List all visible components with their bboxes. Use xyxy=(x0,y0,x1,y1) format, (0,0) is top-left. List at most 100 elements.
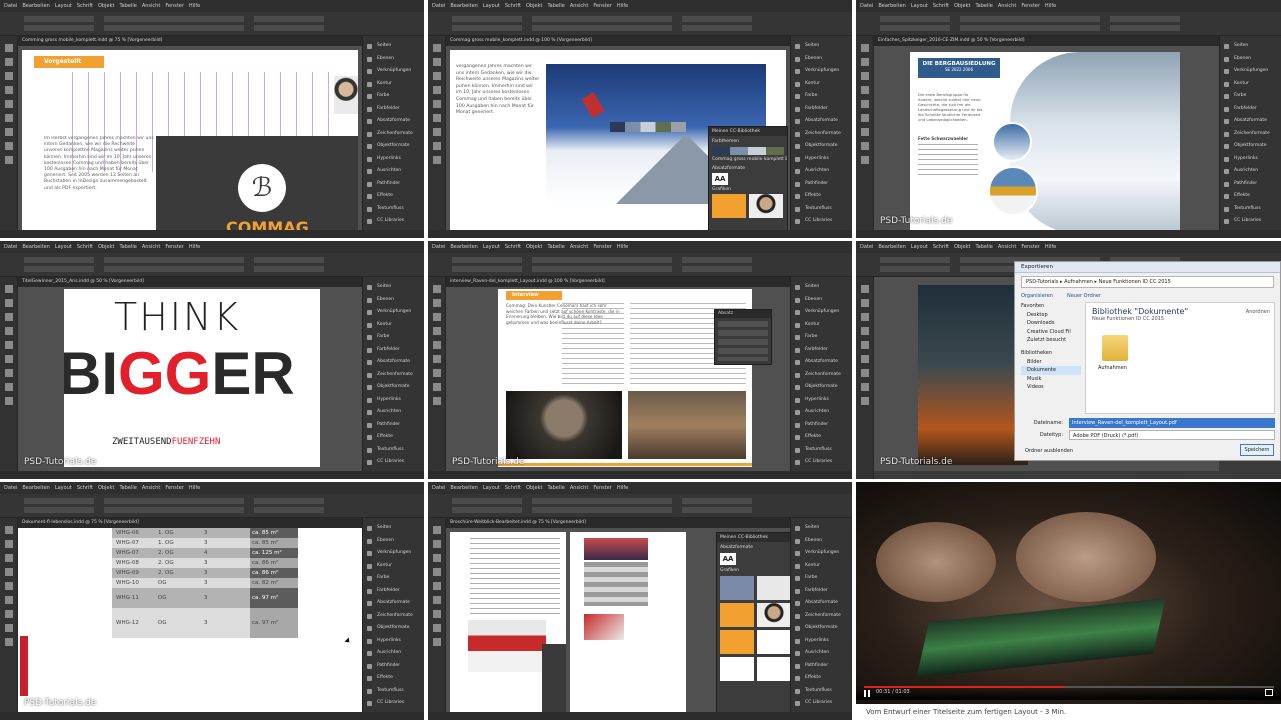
panel-tab[interactable]: Effekte xyxy=(791,672,852,685)
menu-item[interactable]: Bearbeiten xyxy=(450,244,477,250)
menu-item[interactable]: Objekt xyxy=(526,485,542,491)
panel-tab[interactable]: Zeichenformate xyxy=(791,128,852,141)
cc-library-panel[interactable]: Meinen CC-Bibliothek Absatzformate AA Gr… xyxy=(716,532,790,712)
menu-item[interactable]: Datei xyxy=(432,3,445,9)
panel-tab[interactable]: Farbe xyxy=(363,90,424,103)
panel-tab[interactable]: Pathfinder xyxy=(791,660,852,673)
document-tab[interactable]: interview_Raven-del_komplett_Layout.indd… xyxy=(446,277,790,287)
menu-item[interactable]: Tabelle xyxy=(119,244,136,250)
panel-tab[interactable]: Hyperlinks xyxy=(791,394,852,407)
document-canvas[interactable]: THINK BIGGER ZWEITAUSENDFUENFZEHN xyxy=(18,287,362,471)
menu-item[interactable]: Fenster xyxy=(593,244,612,250)
menu-item[interactable]: Fenster xyxy=(1021,3,1040,9)
menu-bar[interactable]: Datei Bearbeiten Layout Schrift Objekt Tabell… xyxy=(856,241,1281,253)
panel-tab[interactable]: Farbe xyxy=(791,90,852,103)
menu-item[interactable]: Schrift xyxy=(77,3,93,9)
panel-tab[interactable]: Farbfelder xyxy=(363,344,424,357)
panel-tab[interactable]: Verknüpfungen xyxy=(791,306,852,319)
path-segment-3[interactable]: Neue Funktionen ID CC 2015 xyxy=(1099,279,1171,285)
menu-item[interactable]: Objekt xyxy=(526,3,542,9)
new-folder-button[interactable]: Neuer Ordner xyxy=(1067,291,1101,301)
panel-tab[interactable]: Absatzformate xyxy=(363,597,424,610)
panel-tab[interactable]: Kontur xyxy=(363,560,424,573)
panel-tab[interactable]: Objektformate xyxy=(791,622,852,635)
menu-item[interactable]: Objekt xyxy=(98,244,114,250)
panel-tab[interactable]: Farbfelder xyxy=(363,103,424,116)
menu-item[interactable]: Layout xyxy=(483,3,500,9)
menu-bar[interactable]: Datei Bearbeiten Layout Schrift Objekt Tabell… xyxy=(856,0,1281,12)
menu-item[interactable]: Fenster xyxy=(1021,244,1040,250)
control-bar[interactable] xyxy=(0,12,424,36)
panel-tab[interactable]: Verknüpfungen xyxy=(1220,65,1281,78)
cc-library-panel[interactable]: Meinen CC-Bibliothek Farbthemen Commag g… xyxy=(708,126,788,230)
library-title[interactable]: Meinen CC-Bibliothek xyxy=(717,533,790,542)
panel-tab[interactable]: Objektformate xyxy=(363,622,424,635)
panel-tab[interactable]: Textumfluss xyxy=(363,203,424,216)
panel-tab[interactable]: Farbe xyxy=(363,572,424,585)
panel-tab[interactable]: CC Libraries xyxy=(363,697,424,710)
play-pause-icon[interactable] xyxy=(864,690,870,697)
tools-panel[interactable] xyxy=(856,36,874,238)
menu-item[interactable]: Schrift xyxy=(77,485,93,491)
table-row[interactable]: WHG-07 2. OG 4 ca. 125 m² xyxy=(112,548,298,558)
panel-tab[interactable]: Seiten xyxy=(363,40,424,53)
menu-item[interactable]: Objekt xyxy=(98,3,114,9)
tools-panel[interactable] xyxy=(0,518,18,720)
panel-tab[interactable]: CC Libraries xyxy=(791,697,852,710)
panel-tab[interactable]: Textumfluss xyxy=(791,444,852,457)
nav-documents[interactable]: Dokumente xyxy=(1021,366,1081,375)
menu-item[interactable]: Datei xyxy=(432,485,445,491)
panel-tab[interactable]: Ebenen xyxy=(363,535,424,548)
path-segment-1[interactable]: PSD-Tutorials xyxy=(1026,279,1058,285)
panel-tab[interactable]: Effekte xyxy=(363,190,424,203)
panel-tab[interactable]: Kontur xyxy=(791,319,852,332)
panel-tab[interactable]: Farbfelder xyxy=(791,585,852,598)
panel-tab[interactable]: Zeichenformate xyxy=(363,128,424,141)
tools-panel[interactable] xyxy=(428,277,446,479)
panel-tab[interactable]: Seiten xyxy=(791,40,852,53)
menu-item[interactable]: Fenster xyxy=(165,3,184,9)
panel-tab[interactable]: Verknüpfungen xyxy=(791,547,852,560)
panel-tab[interactable]: Farbfelder xyxy=(791,103,852,116)
address-bar[interactable]: PSD-Tutorials ▸ Aufnahmen ▸ Neue Funktio… xyxy=(1021,276,1274,288)
menu-item[interactable]: Fenster xyxy=(165,485,184,491)
panel-tab[interactable]: Pathfinder xyxy=(363,419,424,432)
panel-tab[interactable]: Farbe xyxy=(1220,90,1281,103)
panel-tab[interactable]: Ausrichten xyxy=(363,165,424,178)
library-title[interactable]: Meinen CC-Bibliothek xyxy=(709,127,787,136)
graphic-thumb-8[interactable] xyxy=(757,657,790,681)
panel-tab[interactable]: Kontur xyxy=(363,319,424,332)
panel-tab[interactable]: CC Libraries xyxy=(1220,215,1281,228)
graphic-thumb-3[interactable] xyxy=(720,603,754,627)
tools-panel[interactable] xyxy=(0,36,18,238)
menu-bar[interactable]: Datei Bearbeiten Layout Schrift Objekt Tabell… xyxy=(428,0,852,12)
menu-item[interactable]: Tabelle xyxy=(547,3,564,9)
panel-tab[interactable]: Effekte xyxy=(791,431,852,444)
panel-tab[interactable]: Seiten xyxy=(1220,40,1281,53)
panel-tab[interactable]: CC Libraries xyxy=(363,215,424,228)
document-canvas[interactable]: vergangenen Jahres machten wir uns inter… xyxy=(446,46,790,230)
panel-tab[interactable]: Seiten xyxy=(791,522,852,535)
organize-button[interactable]: Organisieren xyxy=(1021,291,1053,301)
control-bar[interactable] xyxy=(428,12,852,36)
panel-tab[interactable]: Effekte xyxy=(363,672,424,685)
menu-item[interactable]: Hilfe xyxy=(189,244,200,250)
nav-creative-cloud[interactable]: Creative Cloud Fil xyxy=(1021,328,1081,337)
control-bar[interactable] xyxy=(0,253,424,277)
panel-tab[interactable]: Objektformate xyxy=(363,381,424,394)
nav-favoriten[interactable]: Favoriten xyxy=(1021,302,1081,311)
menu-item[interactable]: Tabelle xyxy=(975,3,992,9)
document-tab[interactable]: Comming gross mobile_komplett.indd @ 75 … xyxy=(18,36,362,46)
graphic-thumb-7[interactable] xyxy=(720,657,754,681)
panel-tab[interactable]: Ebenen xyxy=(791,535,852,548)
menu-item[interactable]: Ansicht xyxy=(570,244,588,250)
menu-item[interactable]: Tabelle xyxy=(119,3,136,9)
panel-tab[interactable]: Ausrichten xyxy=(791,647,852,660)
control-bar[interactable] xyxy=(0,494,424,518)
menu-item[interactable]: Hilfe xyxy=(1045,3,1056,9)
panel-tab[interactable]: Farbe xyxy=(791,331,852,344)
menu-item[interactable]: Layout xyxy=(55,485,72,491)
document-tab[interactable]: Commag gross mobile_komplett.indd @ 100 … xyxy=(446,36,790,46)
filename-field[interactable]: Interview_Raven-del_komplett_Layout.pdf xyxy=(1069,418,1275,428)
panel-tab[interactable]: Textumfluss xyxy=(363,444,424,457)
